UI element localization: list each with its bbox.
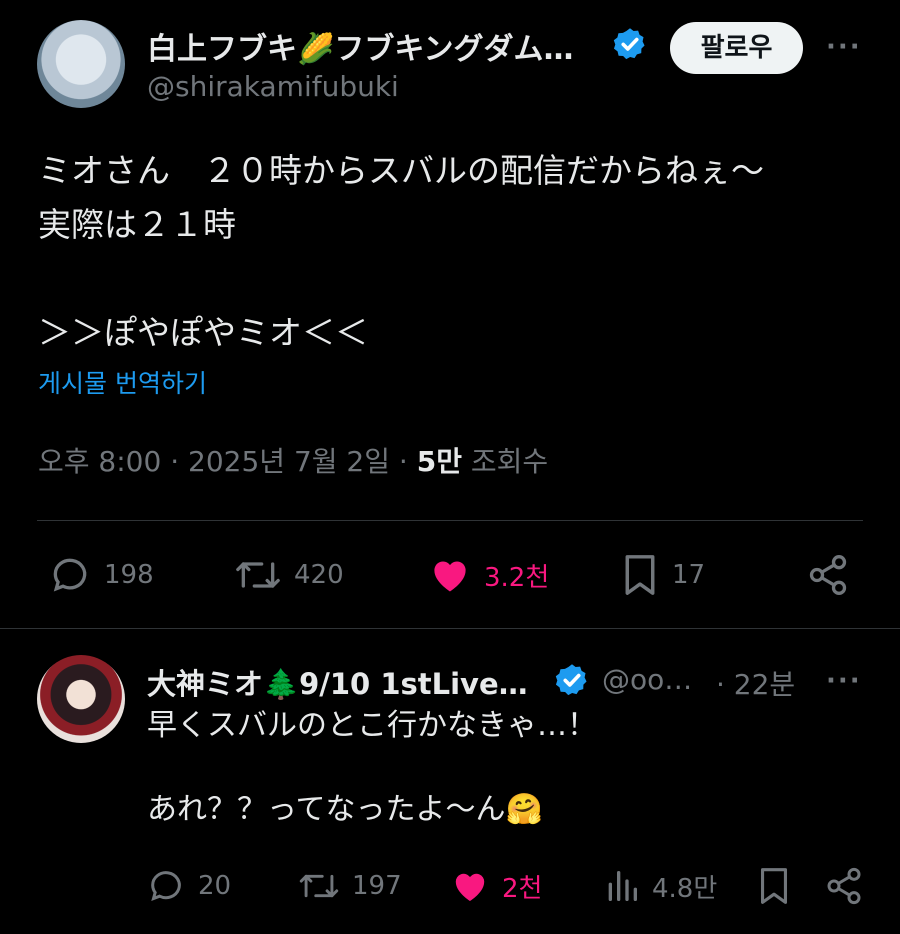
- reply-author-handle[interactable]: @oo…: [602, 663, 692, 696]
- reply-share-action[interactable]: [824, 866, 864, 906]
- reply-author-avatar[interactable]: [37, 655, 125, 743]
- reply-like-count: 2천: [502, 873, 543, 904]
- reply-author-name[interactable]: 大神ミオ🌲9/10 1stLive…: [147, 661, 528, 703]
- repost-action[interactable]: 420: [234, 553, 344, 597]
- reply-count: 198: [104, 560, 154, 590]
- bookmark-action[interactable]: 17: [620, 553, 705, 597]
- post-date[interactable]: 2025년 7월 2일: [188, 445, 390, 478]
- reply-time[interactable]: · 22분: [716, 663, 795, 703]
- post-time[interactable]: 오후 8:00: [38, 445, 161, 478]
- more-options-icon[interactable]: ···: [826, 32, 862, 62]
- follow-button[interactable]: 팔로우: [670, 22, 803, 74]
- bookmark-icon: [625, 555, 655, 595]
- share-icon: [827, 867, 861, 905]
- reply-bookmark-action[interactable]: [756, 866, 792, 906]
- reply-icon: [151, 871, 181, 901]
- heart-filled-icon: [455, 873, 485, 901]
- heart-filled-icon: [434, 561, 466, 592]
- reply-views-action[interactable]: 4.8만: [604, 866, 717, 906]
- repost-count: 420: [294, 560, 344, 590]
- reply-like-action[interactable]: 2천: [450, 866, 542, 906]
- reply-repost-action[interactable]: 197: [298, 866, 402, 906]
- like-action[interactable]: 3.2천: [428, 553, 549, 597]
- reply-repost-count: 197: [352, 871, 402, 901]
- author-avatar[interactable]: [37, 20, 125, 108]
- reply-text: 早くスバルのとこ行かなきゃ…！ あれ？？ってなったよ～ん🤗: [147, 708, 597, 827]
- reply-more-options-icon[interactable]: ···: [826, 666, 862, 696]
- analytics-icon: [608, 871, 637, 901]
- repost-icon: [236, 562, 280, 588]
- divider: [0, 628, 900, 629]
- post-text: ミオさん ２０時からスバルの配信だからねぇ～ 実際は２１時 ＞＞ぽやぽやミオ＜＜: [38, 151, 764, 352]
- reply-reply-count: 20: [198, 871, 232, 901]
- translate-post-link[interactable]: 게시물 번역하기: [38, 364, 207, 400]
- bookmark-icon: [760, 868, 788, 904]
- meta-separator: ·: [398, 445, 408, 478]
- like-count: 3.2천: [484, 562, 550, 593]
- reply-views-count: 4.8만: [652, 873, 718, 904]
- reply-reply-action[interactable]: 20: [146, 866, 231, 906]
- verified-badge-icon: [555, 664, 587, 696]
- post-metadata: 오후 8:00 · 2025년 7월 2일 · 5만 조회수: [38, 440, 548, 480]
- author-handle[interactable]: @shirakamifubuki: [147, 70, 399, 103]
- meta-separator: ·: [170, 445, 180, 478]
- reply-icon: [53, 558, 87, 592]
- views-count: 5만: [416, 445, 462, 478]
- bookmark-count: 17: [672, 560, 706, 590]
- share-action[interactable]: [806, 553, 850, 597]
- divider: [37, 520, 863, 521]
- repost-icon: [299, 874, 339, 898]
- verified-badge-icon: [613, 28, 645, 60]
- author-name[interactable]: 白上フブキ🌽フブキングダム…: [147, 24, 573, 68]
- reply-action[interactable]: 198: [48, 553, 154, 597]
- share-icon: [809, 555, 847, 595]
- views-label: 조회수: [470, 445, 549, 478]
